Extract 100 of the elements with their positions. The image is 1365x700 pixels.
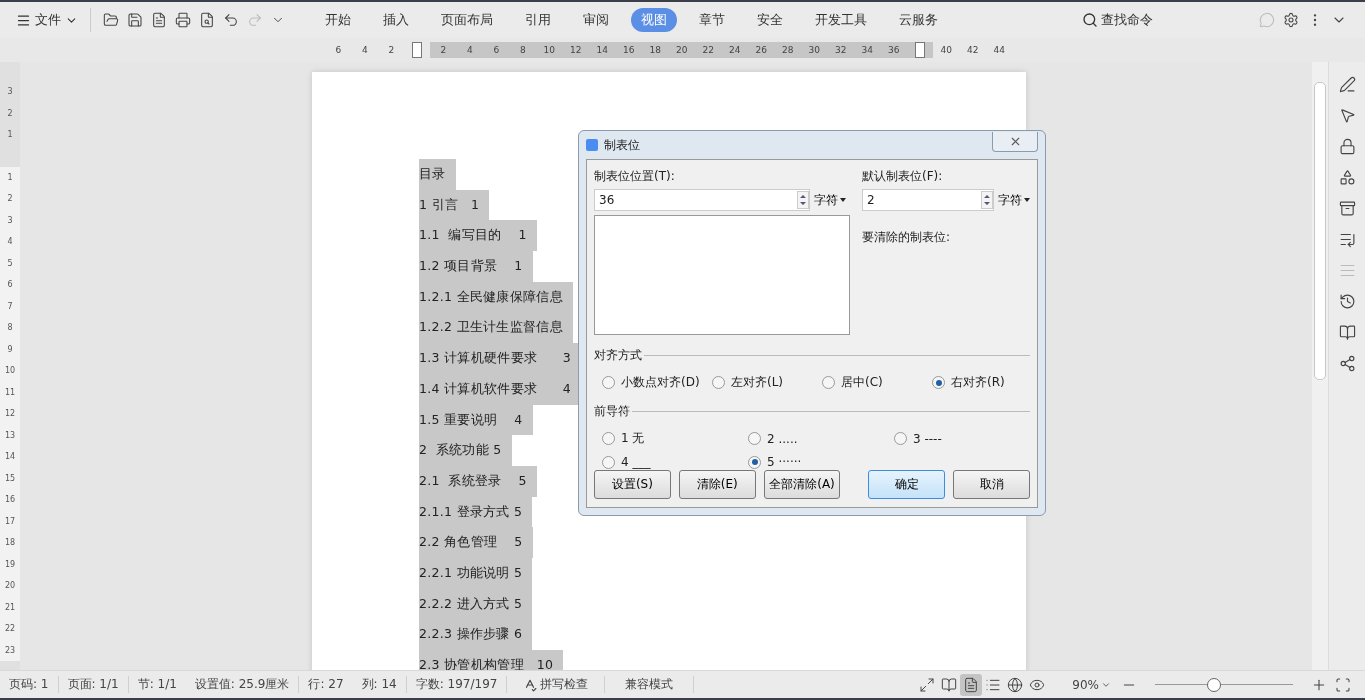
ruler-number: 18: [4, 537, 16, 549]
ribbon-tab[interactable]: 安全: [747, 8, 793, 32]
app-logo-icon: [586, 139, 598, 151]
ribbon-tab[interactable]: 开发工具: [805, 8, 877, 32]
ruler-number: 7: [7, 300, 13, 313]
spell-check-button[interactable]: 拼写检查: [506, 676, 606, 693]
status-text: 字数: 197/197: [414, 676, 499, 693]
dialog-button[interactable]: 确定: [868, 470, 946, 499]
ruler-number: 22: [4, 623, 16, 635]
spinner-arrows-icon[interactable]: [981, 191, 993, 209]
ribbon-tab[interactable]: 云服务: [889, 8, 948, 32]
status-text: 列: 14: [352, 676, 407, 693]
ruler-number: 8: [7, 322, 13, 334]
ruler-number: 16: [622, 45, 636, 55]
radio-button[interactable]: [932, 376, 945, 389]
ruler-number: 14: [595, 45, 609, 55]
ruler-number: 10: [542, 45, 556, 55]
dialog-button[interactable]: 取消: [953, 470, 1030, 499]
search-icon: [1082, 12, 1098, 28]
ruler-number: 2: [387, 45, 396, 55]
default-tab-field[interactable]: 2: [862, 189, 994, 211]
spinner-arrows-icon[interactable]: [797, 191, 809, 209]
compat-mode-text: 兼容模式: [605, 676, 695, 693]
radio-button[interactable]: [602, 376, 615, 389]
ribbon-tab[interactable]: 页面布局: [431, 8, 503, 32]
ruler-number: 4: [360, 45, 369, 55]
radio-option[interactable]: 左对齐(L): [712, 374, 822, 391]
unit-dropdown[interactable]: 字符: [814, 191, 846, 209]
radio-button[interactable]: [822, 376, 835, 389]
field-label: 默认制表位(F):: [862, 168, 944, 185]
ruler-number: 13: [4, 429, 16, 442]
ruler-number: 9: [7, 343, 13, 356]
search-button[interactable]: 查找命令: [1076, 10, 1159, 30]
ribbon-tab[interactable]: 审阅: [573, 8, 619, 32]
ruler-number: 22: [701, 45, 715, 55]
status-text: 设置值: 25.9厘米: [185, 676, 300, 693]
field-label: 制表位位置(T):: [594, 168, 676, 185]
dialog-title: 制表位: [604, 136, 640, 154]
file-menu[interactable]: 文件: [12, 9, 82, 31]
ribbon-tab[interactable]: 开始: [315, 8, 361, 32]
radio-option[interactable]: 5 ······: [748, 455, 894, 469]
tab-position-field[interactable]: 36: [594, 189, 810, 211]
radio-option[interactable]: 2 .....: [748, 430, 894, 447]
radio-button[interactable]: [712, 376, 725, 389]
ruler-number: 28: [781, 45, 795, 55]
radio-button[interactable]: [748, 432, 761, 445]
ruler-number: 3: [7, 86, 13, 98]
ruler-number: 36: [887, 45, 901, 55]
radio-button[interactable]: [748, 455, 761, 469]
ruler-number: 5: [7, 257, 13, 270]
ruler-number: 23: [4, 644, 16, 657]
dialog-button[interactable]: 全部清除(A): [763, 470, 841, 499]
radio-button[interactable]: [894, 432, 907, 445]
ruler-number: 2: [7, 107, 13, 120]
ruler-number: 12: [4, 408, 16, 420]
slider-thumb[interactable]: [1207, 677, 1222, 692]
ruler-number: 14: [4, 451, 16, 463]
spell-check-icon: [523, 677, 538, 692]
radio-button[interactable]: [602, 432, 615, 445]
tab-stop-list[interactable]: [594, 215, 850, 335]
ruler-number: 34: [860, 45, 874, 55]
ribbon-tab[interactable]: 章节: [689, 8, 735, 32]
dialog-button[interactable]: 清除(E): [678, 470, 756, 499]
radio-option[interactable]: 1 无: [602, 430, 748, 447]
ruler-number: 1: [7, 129, 13, 141]
ruler-number: 15: [4, 472, 16, 485]
unit-dropdown[interactable]: 字符: [998, 191, 1030, 209]
ruler-number: 26: [754, 45, 768, 55]
radio-option[interactable]: 右对齐(R): [932, 374, 1030, 391]
ruler-number: 19: [4, 558, 16, 571]
ruler-number: 6: [492, 45, 501, 55]
zoom-dropdown[interactable]: 90%: [1066, 676, 1117, 693]
ruler-number: 42: [966, 45, 980, 55]
ruler-number: 40: [939, 45, 953, 55]
radio-option[interactable]: 居中(C): [822, 374, 932, 391]
ruler-number: 16: [4, 494, 16, 506]
indent-marker[interactable]: [412, 42, 423, 58]
page-view-icon[interactable]: [960, 673, 983, 696]
ruler-number: 6: [7, 279, 13, 291]
ruler-number: 32: [834, 45, 848, 55]
ruler-number: 18: [648, 45, 662, 55]
radio-option[interactable]: 4 ___: [602, 455, 748, 469]
status-text: 行: 27: [307, 676, 345, 693]
ruler-number: 2: [7, 193, 13, 205]
ruler-number: 8: [518, 45, 527, 55]
tab-stop-marker[interactable]: [915, 42, 925, 58]
ruler-number: 10: [4, 365, 16, 377]
caret-icon: [840, 198, 846, 202]
radio-button[interactable]: [602, 455, 615, 469]
radio-option[interactable]: 小数点对齐(D): [602, 374, 712, 391]
ruler-number: 21: [4, 601, 16, 614]
radio-option[interactable]: 3 ----: [894, 430, 1030, 447]
group-label: 前导符: [594, 403, 630, 420]
ribbon-tab[interactable]: 引用: [515, 8, 561, 32]
ruler-number: 3: [7, 214, 13, 227]
status-text: 页面: 1/1: [58, 676, 129, 693]
ribbon-tab[interactable]: 插入: [373, 8, 419, 32]
scrollbar-thumb[interactable]: [1314, 82, 1326, 380]
ruler-number: 20: [4, 580, 16, 592]
dialog-button[interactable]: 设置(S): [594, 470, 671, 499]
